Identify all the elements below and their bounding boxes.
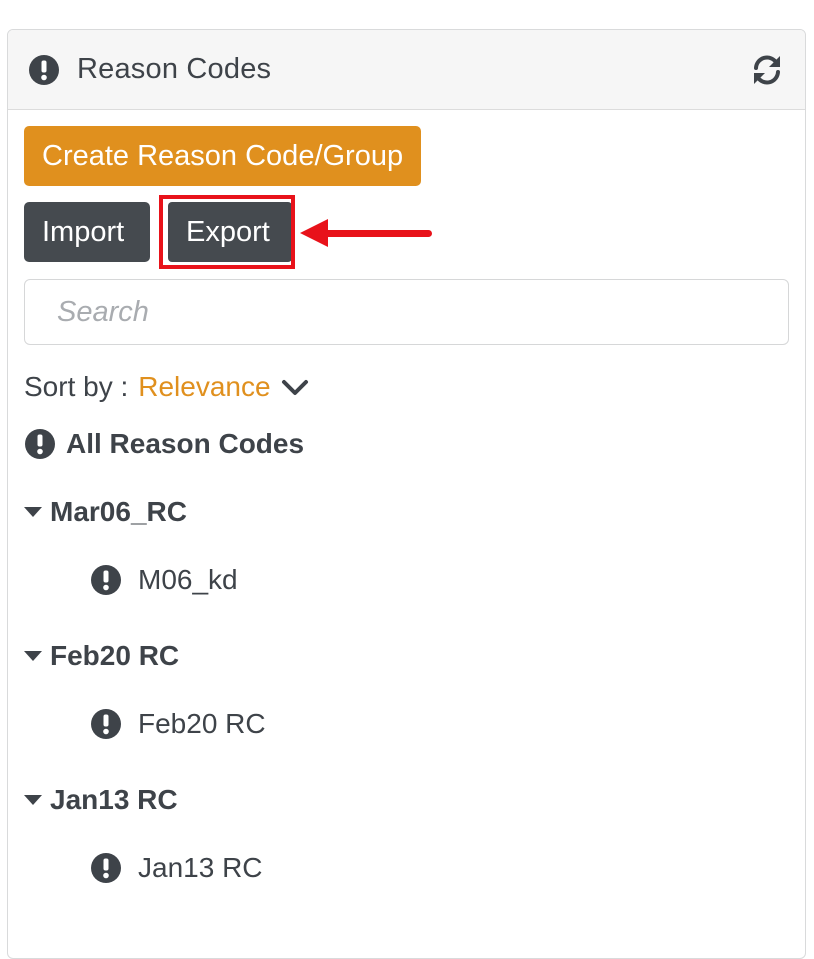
sort-label: Sort by : <box>24 371 129 402</box>
exclamation-circle-icon <box>24 428 56 460</box>
panel-title: Reason Codes <box>77 53 272 85</box>
exclamation-circle-icon <box>28 54 60 86</box>
export-button[interactable]: Export <box>168 202 292 262</box>
reason-group: Feb20 RC Feb20 RC <box>24 636 789 744</box>
group-title: Mar06_RC <box>50 496 187 527</box>
group-header-mar06[interactable]: Mar06_RC <box>24 492 789 532</box>
import-button[interactable]: Import <box>24 202 150 262</box>
create-reason-code-button[interactable]: Create Reason Code/Group <box>24 126 422 186</box>
annotation-arrow-icon <box>300 219 432 247</box>
group-title: Jan13 RC <box>50 784 178 815</box>
reason-code-item[interactable]: M06_kd <box>90 560 789 600</box>
all-reason-codes-item[interactable]: All Reason Codes <box>24 424 789 464</box>
reason-code-item[interactable]: Feb20 RC <box>90 704 789 744</box>
search-box <box>24 279 789 345</box>
refresh-button[interactable] <box>749 52 785 88</box>
chevron-down-icon[interactable] <box>281 373 309 401</box>
group-header-jan13[interactable]: Jan13 RC <box>24 780 789 820</box>
reason-group: Mar06_RC M06_kd <box>24 492 789 600</box>
panel-header: Reason Codes <box>8 30 805 110</box>
reason-code-label: M06_kd <box>138 564 238 595</box>
refresh-icon <box>754 55 780 85</box>
exclamation-circle-icon <box>90 708 122 740</box>
import-export-row: Import Export <box>24 195 789 269</box>
group-header-feb20[interactable]: Feb20 RC <box>24 636 789 676</box>
caret-down-icon <box>24 651 42 661</box>
exclamation-circle-icon <box>90 852 122 884</box>
sort-dropdown[interactable]: Relevance <box>138 371 270 403</box>
sort-row: Sort by : Relevance <box>24 367 789 407</box>
reason-code-label: Jan13 RC <box>138 852 263 883</box>
exclamation-circle-icon <box>90 564 122 596</box>
caret-down-icon <box>24 507 42 517</box>
reason-code-label: Feb20 RC <box>138 708 266 739</box>
group-title: Feb20 RC <box>50 640 180 671</box>
reason-code-item[interactable]: Jan13 RC <box>90 848 789 888</box>
reason-codes-panel: Reason Codes Create Reason Code/Group Im… <box>7 29 806 959</box>
all-reason-codes-label: All Reason Codes <box>66 428 305 459</box>
caret-down-icon <box>24 795 42 805</box>
panel-body: Create Reason Code/Group Import Export S… <box>8 110 805 888</box>
reason-group: Jan13 RC Jan13 RC <box>24 780 789 888</box>
search-input[interactable] <box>55 294 758 330</box>
